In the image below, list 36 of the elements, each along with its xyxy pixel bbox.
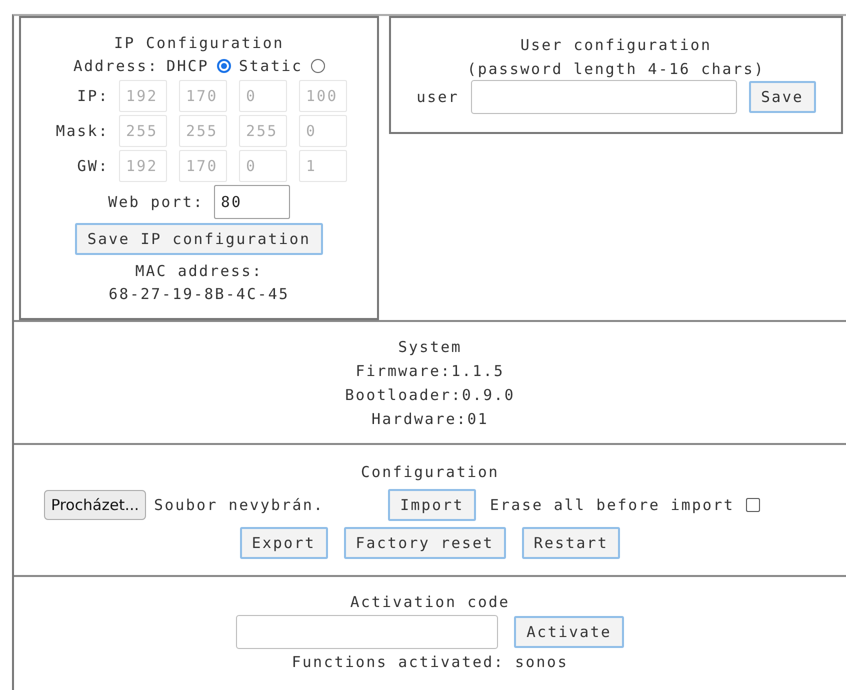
browse-button[interactable]: Procházet...: [44, 490, 146, 520]
radio-button[interactable]: [310, 59, 325, 73]
action-button[interactable]: Export: [240, 526, 328, 559]
action-button[interactable]: Restart: [522, 526, 620, 559]
version-text: Bootloader:0.9.0: [344, 385, 516, 406]
panel-title: IP Configuration: [114, 33, 284, 54]
password-field[interactable]: [471, 80, 737, 114]
field-label: user: [416, 87, 459, 108]
address-label: Address:: [73, 56, 158, 77]
save-ip-button[interactable]: Save IP configuration: [75, 223, 323, 255]
port-field[interactable]: 80: [214, 185, 290, 219]
panel-subtitle: (password length 4-16 chars): [467, 59, 765, 80]
action-button[interactable]: Factory reset: [344, 526, 506, 559]
mac-value: 68-27-19-8B-4C-45: [108, 284, 290, 305]
panel-title: User configuration: [520, 35, 712, 56]
section-title: System: [398, 337, 462, 358]
version-text: Hardware:01: [372, 409, 488, 430]
section-title: Activation code: [350, 592, 510, 614]
radio-label: Static: [238, 56, 303, 77]
mac-label: MAC address:: [135, 261, 263, 282]
activate-button[interactable]: Activate: [514, 616, 624, 648]
field-label: Web port:: [108, 192, 204, 213]
field-label: IP:: [76, 87, 109, 105]
section-title: Configuration: [360, 462, 500, 483]
erase-label: Erase all before import: [490, 494, 734, 516]
radio-label: DHCP: [166, 56, 209, 77]
radio-button[interactable]: [216, 59, 231, 73]
version-text: Firmware:1.1.5: [356, 361, 504, 382]
file-status: Soubor nevybrán.: [154, 494, 324, 516]
activation-code-field[interactable]: [236, 615, 498, 650]
import-button[interactable]: Import: [388, 488, 476, 521]
field-label: Mask:: [54, 122, 109, 140]
activation-status: Functions activated: sonos: [292, 652, 568, 674]
save-button[interactable]: Save: [749, 81, 816, 113]
checkbox[interactable]: [746, 498, 760, 512]
field-label: GW:: [76, 157, 109, 175]
